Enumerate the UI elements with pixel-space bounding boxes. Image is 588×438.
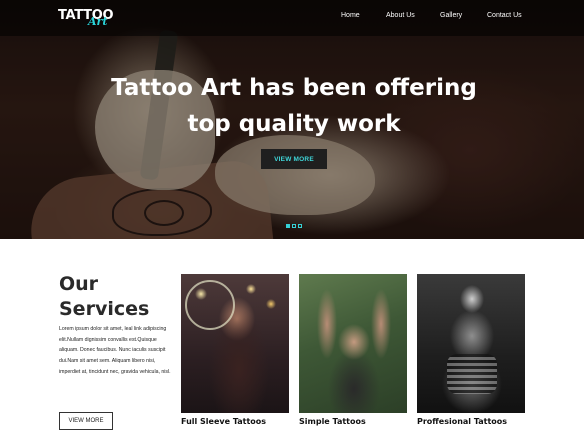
carousel-dot-2[interactable]	[292, 224, 296, 228]
ferris-wheel-shape	[185, 280, 235, 330]
services-title: Our Services	[59, 272, 149, 322]
hero-title-line2: top quality work	[187, 111, 401, 137]
service-card-professional[interactable]: Proffesional Tattoos	[417, 274, 525, 426]
hero-title-line1: Tattoo Art has been offering	[111, 75, 477, 101]
service-card-simple[interactable]: Simple Tattoos	[299, 274, 407, 426]
navbar: TATTOO Art Home About Us Gallery Contact…	[0, 0, 584, 36]
site-logo[interactable]: TATTOO Art	[58, 6, 114, 30]
tattoo-stripes-shape	[447, 354, 497, 394]
services-description: Lorem ipsum dolor sit amet, leal link ad…	[59, 326, 171, 375]
nav-link-contact-us[interactable]: Contact Us	[487, 12, 522, 19]
carousel-dot-1[interactable]	[286, 224, 290, 228]
carousel-dot-3[interactable]	[298, 224, 302, 228]
service-card-label: Full Sleeve Tattoos	[181, 417, 267, 426]
service-card-label: Proffesional Tattoos	[417, 417, 508, 426]
nav-link-gallery[interactable]: Gallery	[440, 12, 462, 19]
carousel-indicators	[286, 224, 302, 228]
services-view-more-button[interactable]: VIEW MORE	[59, 412, 113, 430]
service-card-label: Simple Tattoos	[299, 417, 366, 426]
logo-sub-text: Art	[88, 15, 108, 28]
service-card-full-sleeve[interactable]: Full Sleeve Tattoos	[181, 274, 289, 426]
nav-link-home[interactable]: Home	[341, 12, 360, 19]
hero-title: Tattoo Art has been offering top quality…	[0, 70, 584, 142]
hero-view-more-button[interactable]: VIEW MORE	[261, 149, 327, 169]
services-title-line1: Our	[59, 273, 99, 295]
service-image-professional	[417, 274, 525, 413]
nav-link-about-us[interactable]: About Us	[386, 12, 415, 19]
services-title-line2: Services	[59, 298, 150, 320]
service-image-full-sleeve	[181, 274, 289, 413]
service-image-simple	[299, 274, 407, 413]
